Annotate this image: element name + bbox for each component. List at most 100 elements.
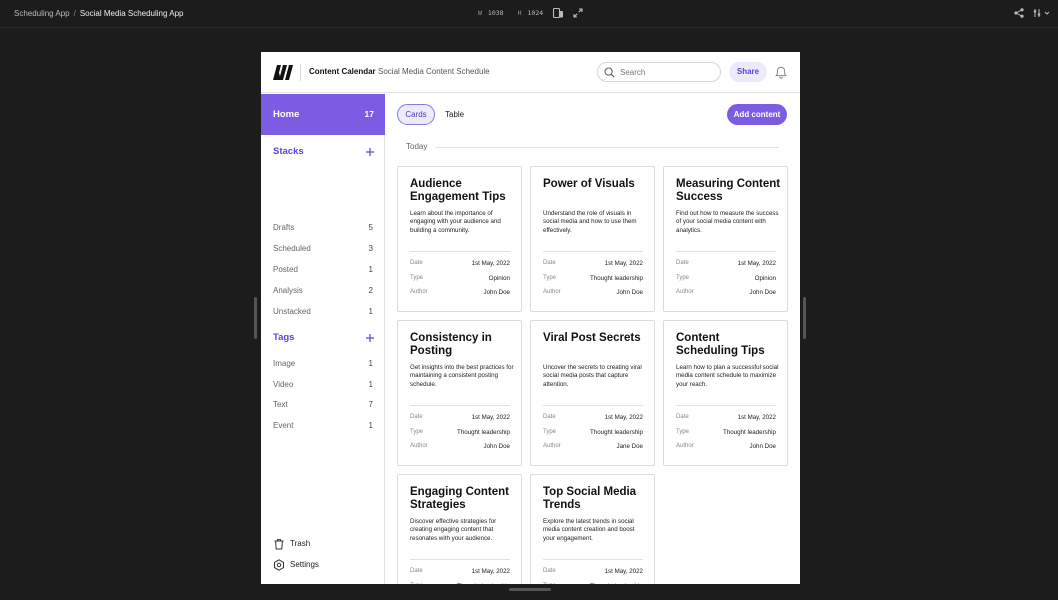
sidebar-item-unstacked[interactable]: Unstacked 1 xyxy=(261,305,385,319)
content-card[interactable]: Engaging Content Strategies Discover eff… xyxy=(397,474,522,584)
type-label: Type xyxy=(410,583,423,584)
sidebar-home-label: Home xyxy=(273,109,300,120)
resize-handle-bottom[interactable] xyxy=(509,588,551,591)
viewer-toolbar: Scheduling App / Social Media Scheduling A… xyxy=(0,0,1058,28)
card-type-row: Type Thought leadership xyxy=(543,583,643,584)
settings-label: Settings xyxy=(290,560,319,569)
card-type: Opinion xyxy=(754,275,776,282)
content-card[interactable]: Consistency in Posting Get insights into… xyxy=(397,320,522,466)
fullscreen-icon[interactable] xyxy=(572,7,584,19)
content-card[interactable]: Measuring Content Success Find out how t… xyxy=(663,166,788,312)
card-type: Thought leadership xyxy=(590,275,643,282)
width-label: W xyxy=(478,9,482,17)
share-icon[interactable] xyxy=(1013,7,1025,19)
content-card[interactable]: Content Scheduling Tips Learn how to pla… xyxy=(663,320,788,466)
card-title: Measuring Content Success xyxy=(676,178,781,203)
frame-dimensions: W 1038 H 1024 xyxy=(478,9,543,17)
device-toggle-icon[interactable] xyxy=(552,7,564,19)
settings-link[interactable]: Settings xyxy=(273,559,383,573)
sidebar-item-label: Text xyxy=(273,400,288,409)
tab-table[interactable]: Table xyxy=(445,110,464,119)
card-date-row: Date 1st May, 2022 xyxy=(410,568,510,577)
logo[interactable] xyxy=(273,65,293,80)
content-card[interactable]: Top Social Media Trends Explore the late… xyxy=(530,474,655,584)
breadcrumb-separator: / xyxy=(73,9,76,18)
sidebar-item-text[interactable]: Text 7 xyxy=(261,398,385,412)
search-input[interactable] xyxy=(620,66,716,78)
add-content-button[interactable]: Add content xyxy=(727,104,787,125)
card-date-row: Date 1st May, 2022 xyxy=(543,260,643,269)
card-description: Find out how to measure the success of y… xyxy=(676,210,779,234)
search-icon xyxy=(604,67,615,78)
card-divider xyxy=(410,559,510,560)
sidebar-item-drafts[interactable]: Drafts 5 xyxy=(261,221,385,235)
bell-icon[interactable] xyxy=(775,66,787,79)
content-card[interactable]: Audience Engagement Tips Learn about the… xyxy=(397,166,522,312)
sidebar-item-count: 1 xyxy=(368,307,373,316)
card-title: Content Scheduling Tips xyxy=(676,332,765,357)
height-value[interactable]: 1024 xyxy=(528,9,544,17)
card-date-row: Date 1st May, 2022 xyxy=(543,568,643,577)
trash-link[interactable]: Trash xyxy=(273,538,383,552)
card-author-row: Author John Doe xyxy=(676,443,776,452)
card-type-row: Type Opinion xyxy=(410,275,510,284)
card-divider xyxy=(543,251,643,252)
sidebar-item-analysis[interactable]: Analysis 2 xyxy=(261,284,385,298)
card-date-row: Date 1st May, 2022 xyxy=(410,414,510,423)
card-description: Uncover the secrets to creating viral so… xyxy=(543,364,642,388)
add-tag-icon[interactable] xyxy=(365,333,375,343)
card-date: 1st May, 2022 xyxy=(471,568,510,575)
add-stack-icon[interactable] xyxy=(365,147,375,157)
breadcrumb-parent[interactable]: Scheduling App xyxy=(14,9,70,18)
date-label: Date xyxy=(410,414,423,420)
settings-dropdown-icon[interactable] xyxy=(1033,7,1051,19)
card-type-row: Type Thought leadership xyxy=(410,429,510,438)
sidebar-item-count: 5 xyxy=(368,223,373,232)
card-title: Engaging Content Strategies xyxy=(410,486,510,511)
type-label: Type xyxy=(410,429,424,435)
sidebar-item-event[interactable]: Event 1 xyxy=(261,419,385,433)
card-author-row: Author John Doe xyxy=(543,289,643,298)
date-label: Date xyxy=(543,414,556,420)
date-label: Date xyxy=(676,414,689,420)
sidebar-item-home[interactable]: Home 17 xyxy=(261,94,385,135)
date-label: Date xyxy=(676,260,689,266)
content-card[interactable]: Power of Visuals Understand the role of … xyxy=(530,166,655,312)
card-author: John Doe xyxy=(749,443,777,450)
date-label: Date xyxy=(543,260,556,266)
card-type-row: Type Opinion xyxy=(676,275,776,284)
card-divider xyxy=(543,405,643,406)
card-divider xyxy=(410,251,510,252)
date-label: Date xyxy=(543,568,556,574)
tab-cards[interactable]: Cards xyxy=(397,104,435,125)
search-box[interactable] xyxy=(597,62,721,82)
card-type: Thought leadership xyxy=(590,583,643,584)
sidebar-item-count: 2 xyxy=(368,286,373,295)
type-label: Type xyxy=(543,275,557,281)
tags-heading: Tags xyxy=(273,332,295,343)
sidebar-item-posted[interactable]: Posted 1 xyxy=(261,263,385,277)
type-label: Type xyxy=(676,275,690,281)
stacks-heading: Stacks xyxy=(273,146,304,157)
card-date-row: Date 1st May, 2022 xyxy=(410,260,510,269)
card-author: John Doe xyxy=(483,443,511,450)
sidebar-item-image[interactable]: Image 1 xyxy=(261,357,385,371)
card-title: Viral Post Secrets xyxy=(543,332,641,344)
share-button[interactable]: Share xyxy=(729,62,767,82)
resize-handle-right[interactable] xyxy=(803,297,806,339)
type-label: Type xyxy=(543,583,556,584)
sidebar-item-video[interactable]: Video 1 xyxy=(261,378,385,392)
sidebar-item-scheduled[interactable]: Scheduled 3 xyxy=(261,242,385,256)
sidebar-home-count: 17 xyxy=(364,109,374,119)
card-title: Consistency in Posting xyxy=(410,332,492,357)
card-description: Discover effective strategies for creati… xyxy=(410,518,497,542)
card-author-row: Author John Doe xyxy=(410,443,510,452)
content-card[interactable]: Viral Post Secrets Uncover the secrets t… xyxy=(530,320,655,466)
sidebar: Home 17 Stacks Drafts 5 Scheduled 3 Post… xyxy=(261,94,385,584)
author-label: Author xyxy=(410,443,428,449)
sidebar-item-label: Image xyxy=(273,359,296,368)
resize-handle-left[interactable] xyxy=(254,297,257,339)
sidebar-item-count: 3 xyxy=(368,244,373,253)
width-value[interactable]: 1038 xyxy=(488,9,504,17)
page-subtitle: Social Media Content Schedule xyxy=(378,67,490,76)
